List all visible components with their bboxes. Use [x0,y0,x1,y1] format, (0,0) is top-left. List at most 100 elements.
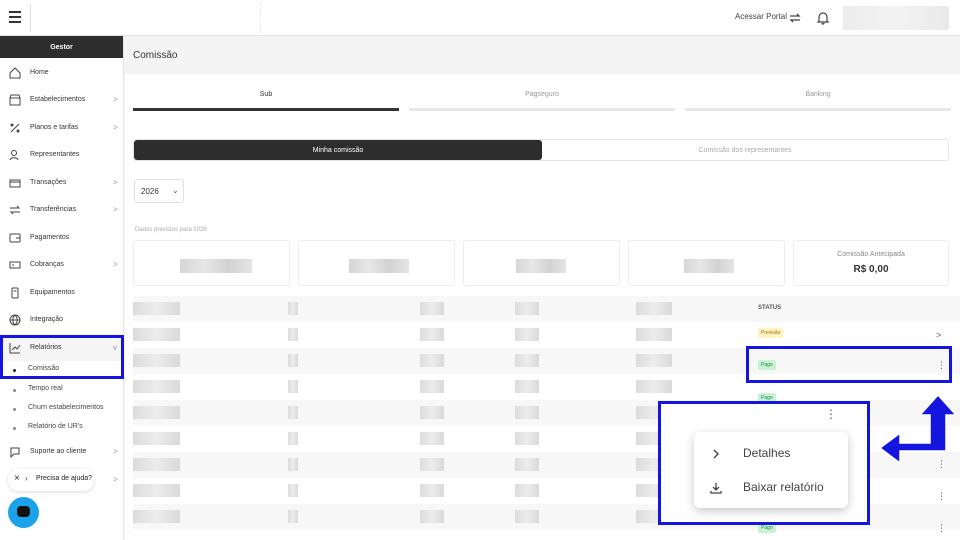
year-value: 2026 [141,187,159,196]
blurred-cell [288,484,298,497]
tab-underline [409,108,675,111]
kebab-menu-icon[interactable]: ⋮ [937,492,946,501]
blurred-cell [420,458,444,471]
blurred-cell [515,406,539,419]
blurred-cell [420,510,444,523]
billing-icon [9,261,21,268]
sidebar-item-label: Equipamentos [30,289,75,296]
blurred-cell [288,406,298,419]
kpi-card [298,240,455,286]
sidebar-item-suporte[interactable]: Suporte ao cliente > [0,438,124,465]
blurred-value [516,259,566,273]
chevron-right-icon: > [113,95,118,104]
chevron-right-icon: > [113,447,118,456]
sidebar-item-label: Transferências [30,206,77,213]
swap-icon[interactable] [788,11,802,25]
user-avatar[interactable] [843,6,949,30]
tab-banking[interactable]: Banking [685,91,951,98]
sidebar-item-label: Cobranças [30,261,64,268]
help-label: Precisa de ajuda? [36,475,93,482]
menu-item-detalhes[interactable]: Detalhes [694,438,848,470]
blurred-cell [420,380,444,393]
tab-pagseguro[interactable]: Pagseguro [409,91,675,98]
close-icon[interactable]: × [14,473,20,484]
bullet [13,408,16,411]
sidebar-item-planos[interactable]: Planos e tarifas > [0,114,124,141]
chevron-right-icon: > [113,205,118,214]
blurred-cell [420,302,444,315]
sidebar-item-label: Pagamentos [30,234,70,241]
kpi-value: R$ 0,00 [853,264,889,275]
year-select[interactable]: 2026 ⌄ [134,179,184,203]
menu-icon[interactable] [9,11,21,23]
blurred-value [180,259,252,273]
sidebar-subitem-churn[interactable]: Churn estabelecimentos [0,401,124,417]
blurred-cell [133,432,180,445]
sidebar-item-label: Home [30,69,49,76]
blurred-cell [636,328,672,341]
blurred-cell [636,380,672,393]
pos-icon [11,287,19,298]
blurred-cell [515,510,539,523]
highlight-box-relatorios [0,335,124,379]
kebab-menu-icon[interactable]: ⋮ [937,524,946,533]
menu-item-baixar-relatorio[interactable]: Baixar relatório [694,472,848,504]
sidebar-subitem-tempo-real[interactable]: Tempo real [0,382,124,398]
sidebar-item-label: Planos e tarifas [30,124,79,131]
chevron-right-icon [713,449,719,459]
blurred-cell [288,458,298,471]
blurred-cell [288,302,298,315]
kebab-menu-icon[interactable]: ⋮ [825,408,837,420]
sidebar-item-representantes[interactable]: Representantes [0,141,124,168]
card-icon [9,179,21,187]
sidebar-item-pagamentos[interactable]: Pagamentos [0,224,124,251]
sidebar-item-label: Suporte ao cliente [30,448,87,455]
segment-comissao-representantes[interactable]: Comissão dos representantes [542,140,948,160]
sidebar-header: Gestor [0,36,123,58]
help-pill[interactable]: × › Precisa de ajuda? [8,469,94,491]
blurred-cell [133,302,180,315]
highlight-box-row [746,346,952,383]
kpi-card [628,240,785,286]
bullet [13,389,16,392]
top-bar: Acessar Portal [0,0,960,36]
blurred-cell [515,302,539,315]
chat-icon [17,506,30,517]
blurred-cell [636,354,672,367]
sidebar-item-cobrancas[interactable]: Cobranças > [0,251,124,278]
home-icon [9,66,21,78]
arrow-icon: › [25,474,28,483]
chevron-right-icon[interactable]: > [936,330,941,340]
sidebar-item-equipamentos[interactable]: Equipamentos [0,279,124,306]
blurred-cell [288,432,298,445]
access-portal-link[interactable]: Acessar Portal [735,12,787,21]
sidebar-item-transferencias[interactable]: Transferências > [0,196,124,223]
kpi-card [133,240,290,286]
bell-icon[interactable] [816,10,830,26]
segment-minha-comissao[interactable]: Minha comissão [134,140,542,160]
table-header-row [133,296,960,322]
sidebar-item-home[interactable]: Home [0,59,124,86]
download-icon [710,483,722,494]
sidebar-item-integracao[interactable]: Integração [0,306,124,333]
store-icon [9,94,21,105]
blurred-value [684,259,734,273]
table-row[interactable] [133,322,960,348]
tab-sub[interactable]: Sub [133,91,399,98]
sidebar-item-transacoes[interactable]: Transações > [0,169,124,196]
sidebar-item-estabelecimentos[interactable]: Estabelecimentos > [0,86,124,113]
tab-underline [685,108,951,111]
blurred-cell [288,510,298,523]
top-search-area[interactable] [31,3,261,33]
page-title: Comissão [133,50,178,61]
payment-icon [9,233,21,242]
sidebar-subitem-relatorio-urs[interactable]: Relatório de UR's [0,420,124,436]
menu-item-label: Detalhes [743,446,791,460]
sidebar-subitem-label: Relatório de UR's [28,423,83,430]
sidebar-subitem-label: Tempo real [28,385,63,392]
blurred-cell [420,484,444,497]
globe-icon [9,314,21,325]
blurred-cell [133,510,180,523]
status-column-header: STATUS [758,305,782,311]
chat-button[interactable] [8,497,39,528]
